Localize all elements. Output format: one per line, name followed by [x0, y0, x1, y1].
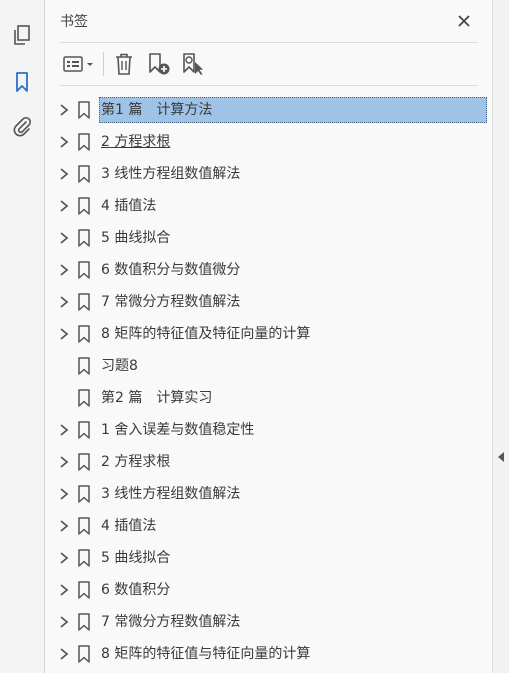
bookmark-label[interactable]: 7 常微分方程数值解法: [100, 290, 243, 314]
bookmark-item[interactable]: 第1 篇 计算方法: [45, 94, 492, 126]
expand-chevron-icon[interactable]: [57, 519, 71, 533]
expand-chevron-icon[interactable]: [57, 263, 71, 277]
bookmark-item[interactable]: 5 曲线拟合: [45, 542, 492, 574]
bookmark-label[interactable]: 6 数值积分: [100, 578, 173, 602]
bookmark-label[interactable]: 第1 篇 计算方法: [99, 97, 487, 123]
bookmark-item[interactable]: 4 插值法: [45, 510, 492, 542]
close-icon: [458, 15, 470, 27]
find-bookmark-icon: [183, 53, 203, 75]
bookmark-ribbon-icon: [77, 325, 91, 343]
find-bookmark-button[interactable]: [178, 50, 208, 78]
bookmark-ribbon-icon: [77, 517, 91, 535]
bookmark-label[interactable]: 4 插值法: [100, 194, 159, 218]
toolbar-divider: [60, 85, 478, 86]
expand-chevron-icon[interactable]: [57, 583, 71, 597]
bookmark-label[interactable]: 2 方程求根: [100, 130, 173, 154]
title-divider: [60, 42, 478, 43]
attachment-icon[interactable]: [7, 112, 37, 142]
bookmark-label[interactable]: 2 方程求根: [100, 450, 173, 474]
bookmark-ribbon-icon: [77, 421, 91, 439]
bookmark-ribbon-icon: [77, 261, 91, 279]
options-menu-button[interactable]: [60, 50, 98, 78]
bookmark-item[interactable]: 8 矩阵的特征值与特征向量的计算: [45, 638, 492, 670]
bookmark-label[interactable]: 1 舍入误差与数值稳定性: [100, 418, 257, 442]
expand-chevron-icon[interactable]: [57, 135, 71, 149]
bookmark-ribbon-icon: [77, 133, 91, 151]
bookmark-label[interactable]: 习题8: [100, 354, 141, 378]
bookmark-ribbon-icon: [77, 197, 91, 215]
bookmark-label[interactable]: 8 矩阵的特征值与特征向量的计算: [100, 642, 313, 666]
bookmark-item[interactable]: 8 矩阵的特征值及特征向量的计算: [45, 318, 492, 350]
bookmark-item[interactable]: 4 插值法: [45, 190, 492, 222]
bookmark-list: 第1 篇 计算方法 2 方程求根 3 线性方程组数值解法 4 插值法 5 曲线拟合 6 数…: [45, 94, 492, 670]
bookmark-ribbon-icon: [77, 357, 91, 375]
expand-chevron-icon[interactable]: [57, 551, 71, 565]
panel-title: 书签: [60, 14, 88, 30]
bookmark-label[interactable]: 5 曲线拟合: [100, 226, 173, 250]
bookmark-ribbon-icon: [77, 453, 91, 471]
close-button[interactable]: [453, 10, 475, 32]
bookmarks-panel: 书签 第1 篇 计算方法 2 方程求根 3 线性方程组数值解法 4 插值法 5 …: [45, 0, 492, 673]
bookmark-item[interactable]: 6 数值积分与数值微分: [45, 254, 492, 286]
bookmark-item[interactable]: 习题8: [45, 350, 492, 382]
expand-chevron-icon[interactable]: [57, 295, 71, 309]
bookmark-item[interactable]: 7 常微分方程数值解法: [45, 286, 492, 318]
bookmark-item[interactable]: 3 线性方程组数值解法: [45, 478, 492, 510]
delete-button[interactable]: [110, 50, 138, 78]
bookmark-item[interactable]: 6 数值积分: [45, 574, 492, 606]
bookmark-label[interactable]: 3 线性方程组数值解法: [100, 482, 243, 506]
bookmark-label[interactable]: 8 矩阵的特征值及特征向量的计算: [100, 322, 313, 346]
right-panel-strip: [492, 0, 509, 673]
new-bookmark-button[interactable]: [144, 50, 174, 78]
bookmark-ribbon-icon: [77, 581, 91, 599]
toolbar-separator: [103, 52, 104, 76]
bookmark-label[interactable]: 4 插值法: [100, 514, 159, 538]
bookmark-label[interactable]: 5 曲线拟合: [100, 546, 173, 570]
bookmark-ribbon-icon: [77, 549, 91, 567]
bookmark-item[interactable]: 3 线性方程组数值解法: [45, 158, 492, 190]
left-toolbar: [0, 0, 45, 673]
new-bookmark-icon: [149, 53, 170, 75]
bookmark-ribbon-icon: [77, 389, 91, 407]
bookmark-ribbon-icon: [77, 165, 91, 183]
delete-icon: [116, 53, 132, 75]
options-menu-icon: [63, 56, 93, 72]
pages-icon[interactable]: [7, 20, 37, 50]
bookmark-label[interactable]: 7 常微分方程数值解法: [100, 610, 243, 634]
expand-chevron-icon[interactable]: [57, 327, 71, 341]
bookmark-ribbon-icon: [77, 229, 91, 247]
bookmark-item[interactable]: 2 方程求根: [45, 446, 492, 478]
bookmark-label[interactable]: 3 线性方程组数值解法: [100, 162, 243, 186]
bookmark-toolbar: [60, 50, 480, 80]
bookmark-label[interactable]: 6 数值积分与数值微分: [100, 258, 243, 282]
bookmark-item[interactable]: 5 曲线拟合: [45, 222, 492, 254]
bookmark-ribbon-icon: [77, 613, 91, 631]
bookmark-ribbon-icon: [77, 485, 91, 503]
expand-chevron-icon[interactable]: [57, 615, 71, 629]
expand-chevron-icon[interactable]: [57, 423, 71, 437]
expand-chevron-icon[interactable]: [57, 487, 71, 501]
expand-chevron-icon[interactable]: [57, 455, 71, 469]
expand-chevron-icon[interactable]: [57, 231, 71, 245]
expand-chevron-icon[interactable]: [57, 103, 71, 117]
bookmark-ribbon-icon: [77, 645, 91, 663]
bookmark-ribbon-icon: [77, 293, 91, 311]
bookmark-item[interactable]: 7 常微分方程数值解法: [45, 606, 492, 638]
expand-chevron-icon[interactable]: [57, 199, 71, 213]
bookmark-icon[interactable]: [7, 67, 37, 97]
bookmark-item[interactable]: 第2 篇 计算实习: [45, 382, 492, 414]
bookmark-item[interactable]: 1 舍入误差与数值稳定性: [45, 414, 492, 446]
expand-chevron-icon[interactable]: [57, 647, 71, 661]
bookmark-ribbon-icon: [77, 101, 91, 119]
expand-chevron-icon[interactable]: [57, 167, 71, 181]
collapse-panel-arrow-icon[interactable]: [498, 452, 504, 462]
bookmark-label[interactable]: 第2 篇 计算实习: [100, 386, 215, 410]
bookmark-item[interactable]: 2 方程求根: [45, 126, 492, 158]
